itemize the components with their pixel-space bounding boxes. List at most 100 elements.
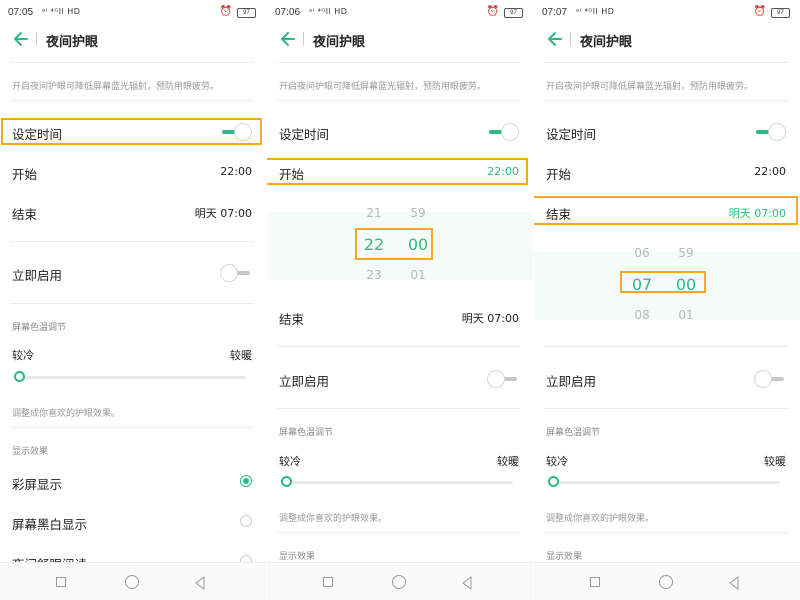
color-temp-labels: 较冷 较暖 [279, 453, 519, 469]
warm-label: 较暖 [497, 455, 519, 468]
description-text: 开启夜间护眼可降低屏幕蓝光辐射，预防用眼疲劳。 [279, 82, 487, 92]
hour-next[interactable]: 08 [622, 308, 662, 322]
hour-prev[interactable]: 06 [622, 246, 662, 260]
signal-icon: ᵃᴵ ⁴ᴳll HD [576, 7, 615, 16]
title-bar: 夜间护眼 [267, 28, 533, 52]
minute-prev[interactable]: 59 [666, 246, 706, 260]
divider [10, 427, 254, 428]
warm-label: 较暖 [230, 349, 252, 362]
set-time-switch[interactable] [754, 123, 786, 141]
alarm-icon: ⏰ [219, 6, 232, 17]
circle-icon[interactable] [659, 575, 673, 589]
page-title: 夜间护眼 [580, 35, 633, 50]
end-value: 明天 07:00 [461, 312, 519, 325]
status-time: 07:05 [8, 7, 34, 18]
cool-label: 较冷 [279, 455, 301, 468]
back-arrow-icon[interactable] [12, 28, 30, 50]
divider [544, 408, 788, 409]
square-icon[interactable] [323, 577, 333, 587]
square-icon[interactable] [590, 577, 600, 587]
status-time: 07:07 [542, 7, 568, 18]
square-icon[interactable] [56, 577, 66, 587]
highlight-box [1, 118, 262, 145]
enable-now-switch[interactable] [220, 264, 252, 282]
picker-highlight-box [355, 228, 433, 260]
set-time-row[interactable]: 设定时间 [267, 118, 533, 144]
triangle-back-icon[interactable] [460, 575, 474, 590]
enable-now-label: 立即启用 [546, 374, 597, 389]
hour-next[interactable]: 23 [354, 268, 394, 282]
radio-unselected[interactable] [240, 515, 252, 527]
end-time-row[interactable]: 结束 明天 07:00 [267, 303, 533, 329]
set-time-switch[interactable] [487, 123, 519, 141]
enable-now-row[interactable]: 立即启用 [534, 365, 800, 391]
triangle-back-icon[interactable] [193, 575, 207, 590]
color-temp-slider[interactable] [548, 476, 780, 488]
enable-now-switch[interactable] [487, 370, 519, 388]
title-bar: 夜间护眼 [0, 28, 266, 52]
set-time-label: 设定时间 [546, 127, 597, 142]
end-time-row[interactable]: 结束 明天 07:00 [0, 198, 266, 224]
enable-now-label: 立即启用 [12, 268, 63, 283]
display-option-label: 彩屏显示 [12, 477, 63, 492]
slider-track [281, 481, 513, 484]
color-temp-slider[interactable] [281, 476, 513, 488]
minute-next[interactable]: 01 [398, 268, 438, 282]
start-time-row[interactable]: 开始 22:00 [0, 158, 266, 184]
start-label: 开始 [12, 167, 38, 182]
minute-next[interactable]: 01 [666, 308, 706, 322]
display-section-title: 显示效果 [546, 552, 583, 562]
divider [277, 532, 521, 533]
nav-bar [267, 562, 533, 600]
enable-now-label: 立即启用 [279, 374, 330, 389]
divider [277, 346, 521, 347]
divider [544, 532, 788, 533]
highlight-box [534, 196, 798, 225]
description-text: 开启夜间护眼可降低屏幕蓝光辐射，预防用眼疲劳。 [12, 82, 220, 92]
display-option-color[interactable]: 彩屏显示 [0, 468, 266, 494]
enable-now-row[interactable]: 立即启用 [0, 259, 266, 285]
screen-panel-2: 07:06 ᵃᴵ ⁴ᴳll HD ⏰ 97 夜间护眼 开启夜间护眼可降低屏幕蓝光… [267, 0, 533, 600]
slider-track [548, 481, 780, 484]
divider [10, 241, 254, 242]
end-label: 结束 [12, 207, 38, 222]
page-title: 夜间护眼 [46, 35, 99, 50]
battery-icon: 97 [504, 8, 523, 18]
radio-selected[interactable] [240, 475, 252, 487]
nav-bar [534, 562, 800, 600]
start-time-row[interactable]: 开始 22:00 [534, 158, 800, 184]
color-temp-section-title: 屏幕色温调节 [12, 323, 67, 333]
back-arrow-icon[interactable] [546, 28, 564, 50]
title-divider [303, 32, 304, 46]
status-time: 07:06 [275, 7, 301, 18]
start-value: 22:00 [220, 165, 252, 178]
highlight-box [267, 158, 528, 185]
slider-thumb[interactable] [14, 371, 25, 382]
signal-icon: ᵃᴵ ⁴ᴳll HD [309, 7, 348, 16]
circle-icon[interactable] [392, 575, 406, 589]
battery-icon: 97 [237, 8, 256, 18]
display-option-label: 屏幕黑白显示 [12, 517, 88, 532]
triangle-back-icon[interactable] [727, 575, 741, 590]
end-label: 结束 [279, 312, 305, 327]
color-temp-slider[interactable] [14, 371, 246, 383]
back-arrow-icon[interactable] [279, 28, 297, 50]
screen-panel-1: 07:05 ᵃᴵ ⁴ᴳll HD ⏰ 97 夜间护眼 开启夜间护眼可降低屏幕蓝光… [0, 0, 266, 600]
color-temp-hint: 调整成你喜欢的护眼效果。 [12, 409, 121, 419]
circle-icon[interactable] [125, 575, 139, 589]
battery-icon: 97 [771, 8, 790, 18]
divider [277, 408, 521, 409]
start-label: 开始 [546, 167, 572, 182]
slider-thumb[interactable] [281, 476, 292, 487]
display-option-grayscale[interactable]: 屏幕黑白显示 [0, 508, 266, 534]
minute-prev[interactable]: 59 [398, 206, 438, 220]
enable-now-row[interactable]: 立即启用 [267, 365, 533, 391]
hour-prev[interactable]: 21 [354, 206, 394, 220]
picker-highlight-box [620, 271, 706, 293]
screen-panel-3: 07:07 ᵃᴵ ⁴ᴳll HD ⏰ 97 夜间护眼 开启夜间护眼可降低屏幕蓝光… [534, 0, 800, 600]
slider-thumb[interactable] [548, 476, 559, 487]
slider-track [14, 376, 246, 379]
set-time-row[interactable]: 设定时间 [534, 118, 800, 144]
enable-now-switch[interactable] [754, 370, 786, 388]
page-title: 夜间护眼 [313, 35, 366, 50]
